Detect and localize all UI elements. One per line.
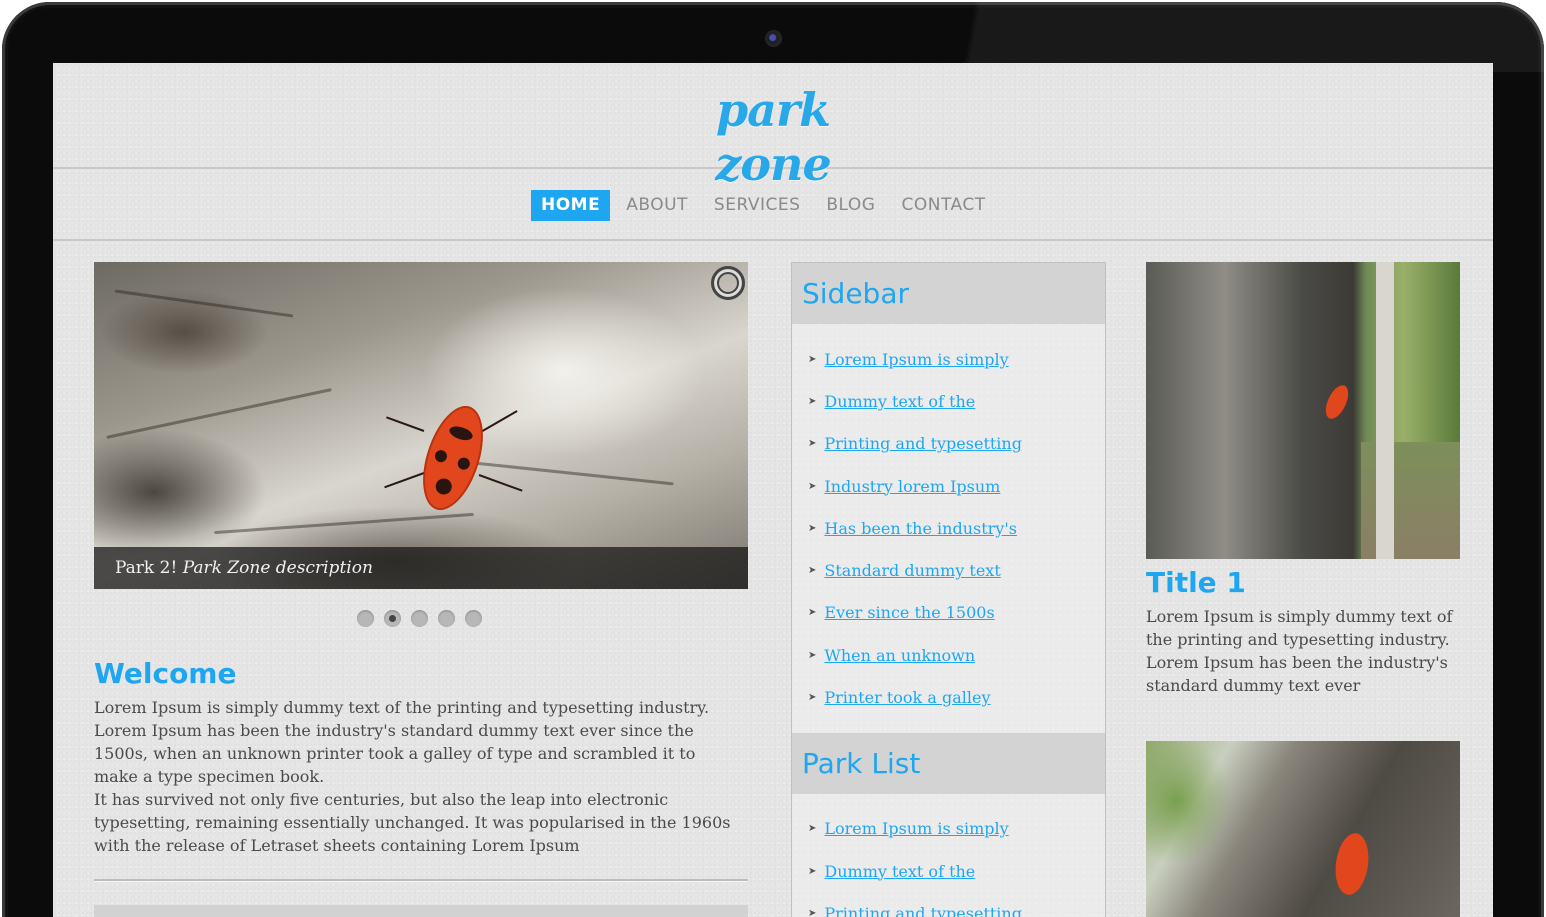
site-header: park zone xyxy=(53,63,1493,191)
sidebar-link[interactable]: Industry lorem Ipsum xyxy=(824,477,1000,496)
caption-description: Park Zone description xyxy=(182,558,373,578)
arrow-right-icon: ➤ xyxy=(808,692,817,704)
list-item: ➤ Has been the industry's xyxy=(808,507,1105,549)
sidebar-panel: Sidebar ➤ Lorem Ipsum is simply ➤ Dummy te… xyxy=(791,262,1106,917)
bark-texture xyxy=(214,512,474,535)
bug-marking xyxy=(433,476,454,497)
nav-menu: HOME ABOUT SERVICES BLOG CONTACT xyxy=(531,190,1002,221)
feature-text: Lorem Ipsum is simply dummy text of the … xyxy=(1146,607,1453,695)
arrow-right-icon: ➤ xyxy=(808,823,817,835)
feature-image-tree[interactable] xyxy=(1146,262,1460,559)
sidebar-links: ➤ Lorem Ipsum is simply ➤ Dummy text of th… xyxy=(792,324,1105,733)
website-screen: park zone HOME ABOUT SERVICES BLOG CONTA… xyxy=(53,63,1493,917)
arrow-right-icon: ➤ xyxy=(808,438,817,450)
list-item: ➤ Lorem Ipsum is simply xyxy=(808,808,1105,850)
slider-caption: Park 2! Park Zone description xyxy=(94,547,748,589)
welcome-paragraph-2: It has survived not only five centuries,… xyxy=(94,790,731,855)
park-list-heading: Park List xyxy=(792,732,1105,794)
bug-marking xyxy=(433,448,449,464)
sidebar-heading: Sidebar xyxy=(792,263,1105,324)
main-navigation: HOME ABOUT SERVICES BLOG CONTACT xyxy=(53,171,1493,241)
bug-marking xyxy=(447,423,475,443)
bug-leg xyxy=(478,474,523,492)
welcome-paragraph-1: Lorem Ipsum is simply dummy text of the … xyxy=(94,698,710,786)
firebug-photo xyxy=(1331,831,1373,897)
arrow-right-icon: ➤ xyxy=(808,480,817,492)
list-item: ➤ Printing and typesetting xyxy=(808,892,1105,917)
park-list-link[interactable]: Printing and typesetting xyxy=(824,904,1022,917)
sidebar-link[interactable]: Has been the industry's xyxy=(824,519,1017,538)
welcome-body: Lorem Ipsum is simply dummy text of the … xyxy=(94,696,744,857)
list-item: ➤ Standard dummy text xyxy=(808,549,1105,591)
arrow-right-icon: ➤ xyxy=(808,649,817,661)
list-item: ➤ Printer took a galley xyxy=(808,676,1105,718)
nav-item-services[interactable]: SERVICES xyxy=(704,190,810,221)
bark-texture xyxy=(474,461,674,486)
sidebar-link[interactable]: Printing and typesetting xyxy=(824,434,1022,453)
bug-leg xyxy=(386,416,425,432)
list-item: ➤ Industry lorem Ipsum xyxy=(808,465,1105,507)
list-item: ➤ Dummy text of the xyxy=(808,380,1105,422)
bug-leg xyxy=(384,472,425,489)
slider-pagination xyxy=(357,610,482,627)
arrow-right-icon: ➤ xyxy=(808,907,817,917)
firebug-photo xyxy=(411,398,495,518)
slider-loading-icon[interactable] xyxy=(711,266,745,300)
list-item: ➤ Printing and typesetting xyxy=(808,423,1105,465)
park-list-link[interactable]: Lorem Ipsum is simply xyxy=(824,819,1008,838)
bug-leg xyxy=(478,410,518,434)
sidebar-link[interactable]: Standard dummy text xyxy=(824,561,1000,580)
sidebar-link[interactable]: Ever since the 1500s xyxy=(824,603,994,622)
bark-texture xyxy=(114,289,294,318)
sidebar-link[interactable]: Dummy text of the xyxy=(824,392,975,411)
slider-dot-3[interactable] xyxy=(411,610,428,627)
park-list-links: ➤ Lorem Ipsum is simply ➤ Dummy text of th… xyxy=(792,794,1105,917)
feature-image-bark[interactable] xyxy=(1146,741,1460,917)
sidebar-link[interactable]: Printer took a galley xyxy=(824,688,990,707)
nav-item-blog[interactable]: BLOG xyxy=(816,190,885,221)
sidebar-link[interactable]: When an unknown xyxy=(824,646,975,665)
list-item: ➤ Ever since the 1500s xyxy=(808,592,1105,634)
sidebar-link[interactable]: Lorem Ipsum is simply xyxy=(824,350,1008,369)
arrow-right-icon: ➤ xyxy=(808,565,817,577)
arrow-right-icon: ➤ xyxy=(808,353,817,365)
section-divider xyxy=(94,879,748,882)
park-list-link[interactable]: Dummy text of the xyxy=(824,862,975,881)
list-item: ➤ Lorem Ipsum is simply xyxy=(808,338,1105,380)
list-item: ➤ When an unknown xyxy=(808,634,1105,676)
arrow-right-icon: ➤ xyxy=(808,607,817,619)
list-item: ➤ Dummy text of the xyxy=(808,850,1105,892)
bark-texture xyxy=(106,388,332,439)
welcome-heading: Welcome xyxy=(94,657,237,690)
screen-reflection xyxy=(924,2,1544,72)
webcam-icon xyxy=(765,30,782,47)
nav-item-contact[interactable]: CONTACT xyxy=(891,190,995,221)
bug-marking xyxy=(456,456,472,472)
nav-item-about[interactable]: ABOUT xyxy=(616,190,698,221)
arrow-right-icon: ➤ xyxy=(808,522,817,534)
firebug-photo xyxy=(1321,381,1353,423)
slider-dot-5[interactable] xyxy=(465,610,482,627)
slider-dot-2[interactable] xyxy=(384,610,401,627)
arrow-right-icon: ➤ xyxy=(808,395,817,407)
slider-dot-1[interactable] xyxy=(357,610,374,627)
image-slider[interactable]: Park 2! Park Zone description xyxy=(94,262,748,589)
arrow-right-icon: ➤ xyxy=(808,865,817,877)
next-section-block xyxy=(94,905,748,917)
nav-item-home[interactable]: HOME xyxy=(531,190,611,221)
caption-title: Park 2! xyxy=(115,558,178,578)
slider-dot-4[interactable] xyxy=(438,610,455,627)
feature-title: Title 1 xyxy=(1146,566,1246,599)
birch-trunk xyxy=(1376,262,1394,559)
